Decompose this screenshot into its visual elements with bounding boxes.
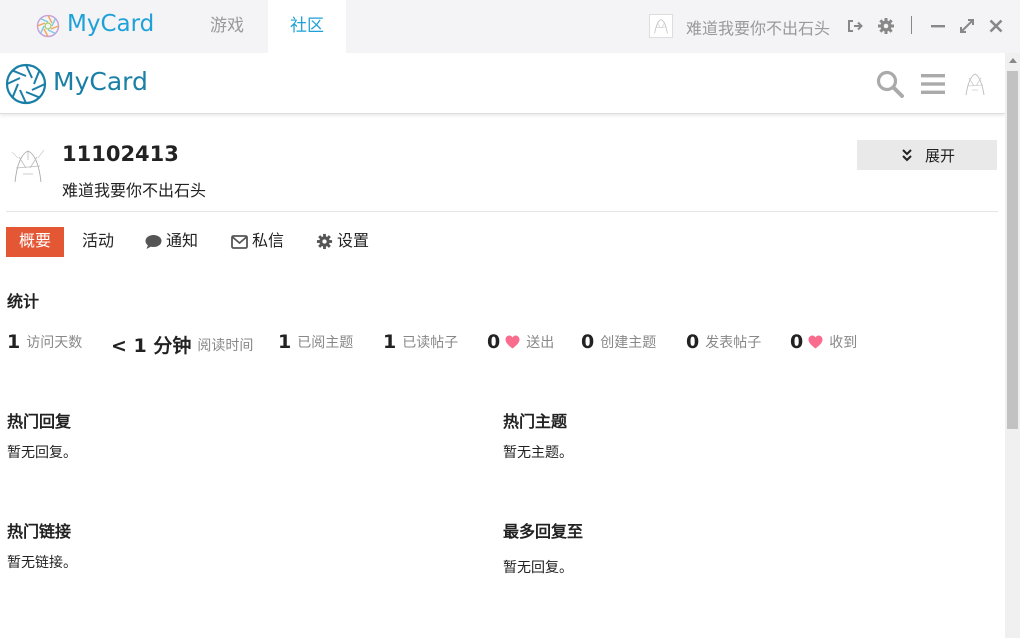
stat-label: 创建主题 <box>600 335 657 351</box>
heart-icon <box>505 335 520 349</box>
profile-divider <box>6 211 998 212</box>
most-replied-to-empty: 暂无回复。 <box>503 560 573 576</box>
stat-value: 0 <box>686 331 700 353</box>
nav-messages-label: 私信 <box>252 231 285 250</box>
stat-value: 0 <box>487 331 501 353</box>
envelope-icon <box>231 234 248 249</box>
gear-icon <box>316 233 333 250</box>
close-icon[interactable] <box>987 17 1005 35</box>
titlebar-separator <box>911 16 912 34</box>
nav-messages[interactable]: 私信 <box>231 227 284 257</box>
tab-community[interactable]: 社区 <box>268 0 346 53</box>
stat-label: 已阅主题 <box>297 335 354 351</box>
user-title: 难道我要你不出石头 <box>62 181 207 200</box>
nav-notifications[interactable]: 通知 <box>145 227 198 257</box>
nav-settings-label: 设置 <box>337 231 370 250</box>
forum-brand[interactable]: MyCard <box>53 67 148 96</box>
menu-hamburger-icon[interactable] <box>918 69 948 99</box>
expand-button-label: 展开 <box>925 147 956 165</box>
vertical-scrollbar[interactable] <box>1005 53 1020 638</box>
stat-value: 1 <box>278 331 292 353</box>
top-replies-empty: 暂无回复。 <box>7 445 77 461</box>
user-id: 11102413 <box>62 142 179 166</box>
chat-bubble-icon <box>145 234 162 249</box>
stat-label: 阅读时间 <box>197 337 254 354</box>
search-icon[interactable] <box>875 69 905 99</box>
nav-settings[interactable]: 设置 <box>316 227 369 257</box>
header-avatar[interactable] <box>960 68 990 98</box>
stats-title: 统计 <box>7 292 40 311</box>
top-links-empty: 暂无链接。 <box>7 555 77 571</box>
stat-label: 收到 <box>829 335 858 351</box>
user-avatar-small[interactable] <box>649 14 673 38</box>
top-links-title: 热门链接 <box>7 522 72 541</box>
top-topics-title: 热门主题 <box>503 412 568 431</box>
tab-games[interactable]: 游戏 <box>188 0 266 53</box>
mycard-logo-icon <box>36 14 60 38</box>
stat-label: 访问天数 <box>26 335 83 351</box>
forum-logo-icon[interactable] <box>5 63 47 105</box>
app-brand: MyCard <box>67 11 155 37</box>
minimize-icon[interactable] <box>929 17 947 35</box>
double-chevron-down-icon <box>902 149 912 162</box>
stat-posts-created: 0 发表帖子 <box>686 331 761 355</box>
nav-summary[interactable]: 概要 <box>6 227 64 257</box>
stat-topics-created: 0 创建主题 <box>581 331 656 355</box>
nav-activity[interactable]: 活动 <box>82 227 114 257</box>
nav-summary-label: 概要 <box>18 231 51 250</box>
stat-label: 送出 <box>526 335 555 351</box>
scroll-up-arrow-icon[interactable] <box>1009 58 1017 63</box>
title-bar: MyCard 游戏 社区 难道我要你不出石头 <box>0 0 1020 53</box>
scrollbar-thumb[interactable] <box>1007 71 1018 429</box>
nav-activity-label: 活动 <box>82 231 115 250</box>
top-topics-empty: 暂无主题。 <box>503 445 573 461</box>
maximize-icon[interactable] <box>958 17 976 35</box>
stat-posts-read: 1 已读帖子 <box>383 331 458 355</box>
titlebar-username[interactable]: 难道我要你不出石头 <box>686 15 830 39</box>
stat-value: 1 <box>383 331 397 353</box>
stat-topics-entered: 1 已阅主题 <box>278 331 353 355</box>
top-replies-title: 热门回复 <box>7 412 72 431</box>
stat-likes-given: 0 送出 <box>487 331 554 355</box>
user-avatar[interactable] <box>8 144 48 184</box>
stat-read-time: < 1 分钟 阅读时间 <box>111 331 254 357</box>
stat-days-visited: 1 访问天数 <box>7 331 82 355</box>
most-replied-to-title: 最多回复至 <box>503 522 584 541</box>
nav-notifications-label: 通知 <box>166 231 199 250</box>
stat-value: < 1 分钟 <box>111 335 192 357</box>
logout-icon[interactable] <box>846 17 864 35</box>
stat-label: 发表帖子 <box>705 335 762 351</box>
stat-value: 0 <box>581 331 595 353</box>
stat-value: 1 <box>7 331 21 353</box>
forum-header: MyCard <box>0 53 1005 114</box>
expand-button[interactable]: 展开 <box>857 140 997 170</box>
stat-likes-received: 0 收到 <box>790 331 857 355</box>
heart-icon <box>808 335 823 349</box>
settings-gear-icon[interactable] <box>877 17 895 35</box>
stat-label: 已读帖子 <box>402 335 459 351</box>
stat-value: 0 <box>790 331 804 353</box>
